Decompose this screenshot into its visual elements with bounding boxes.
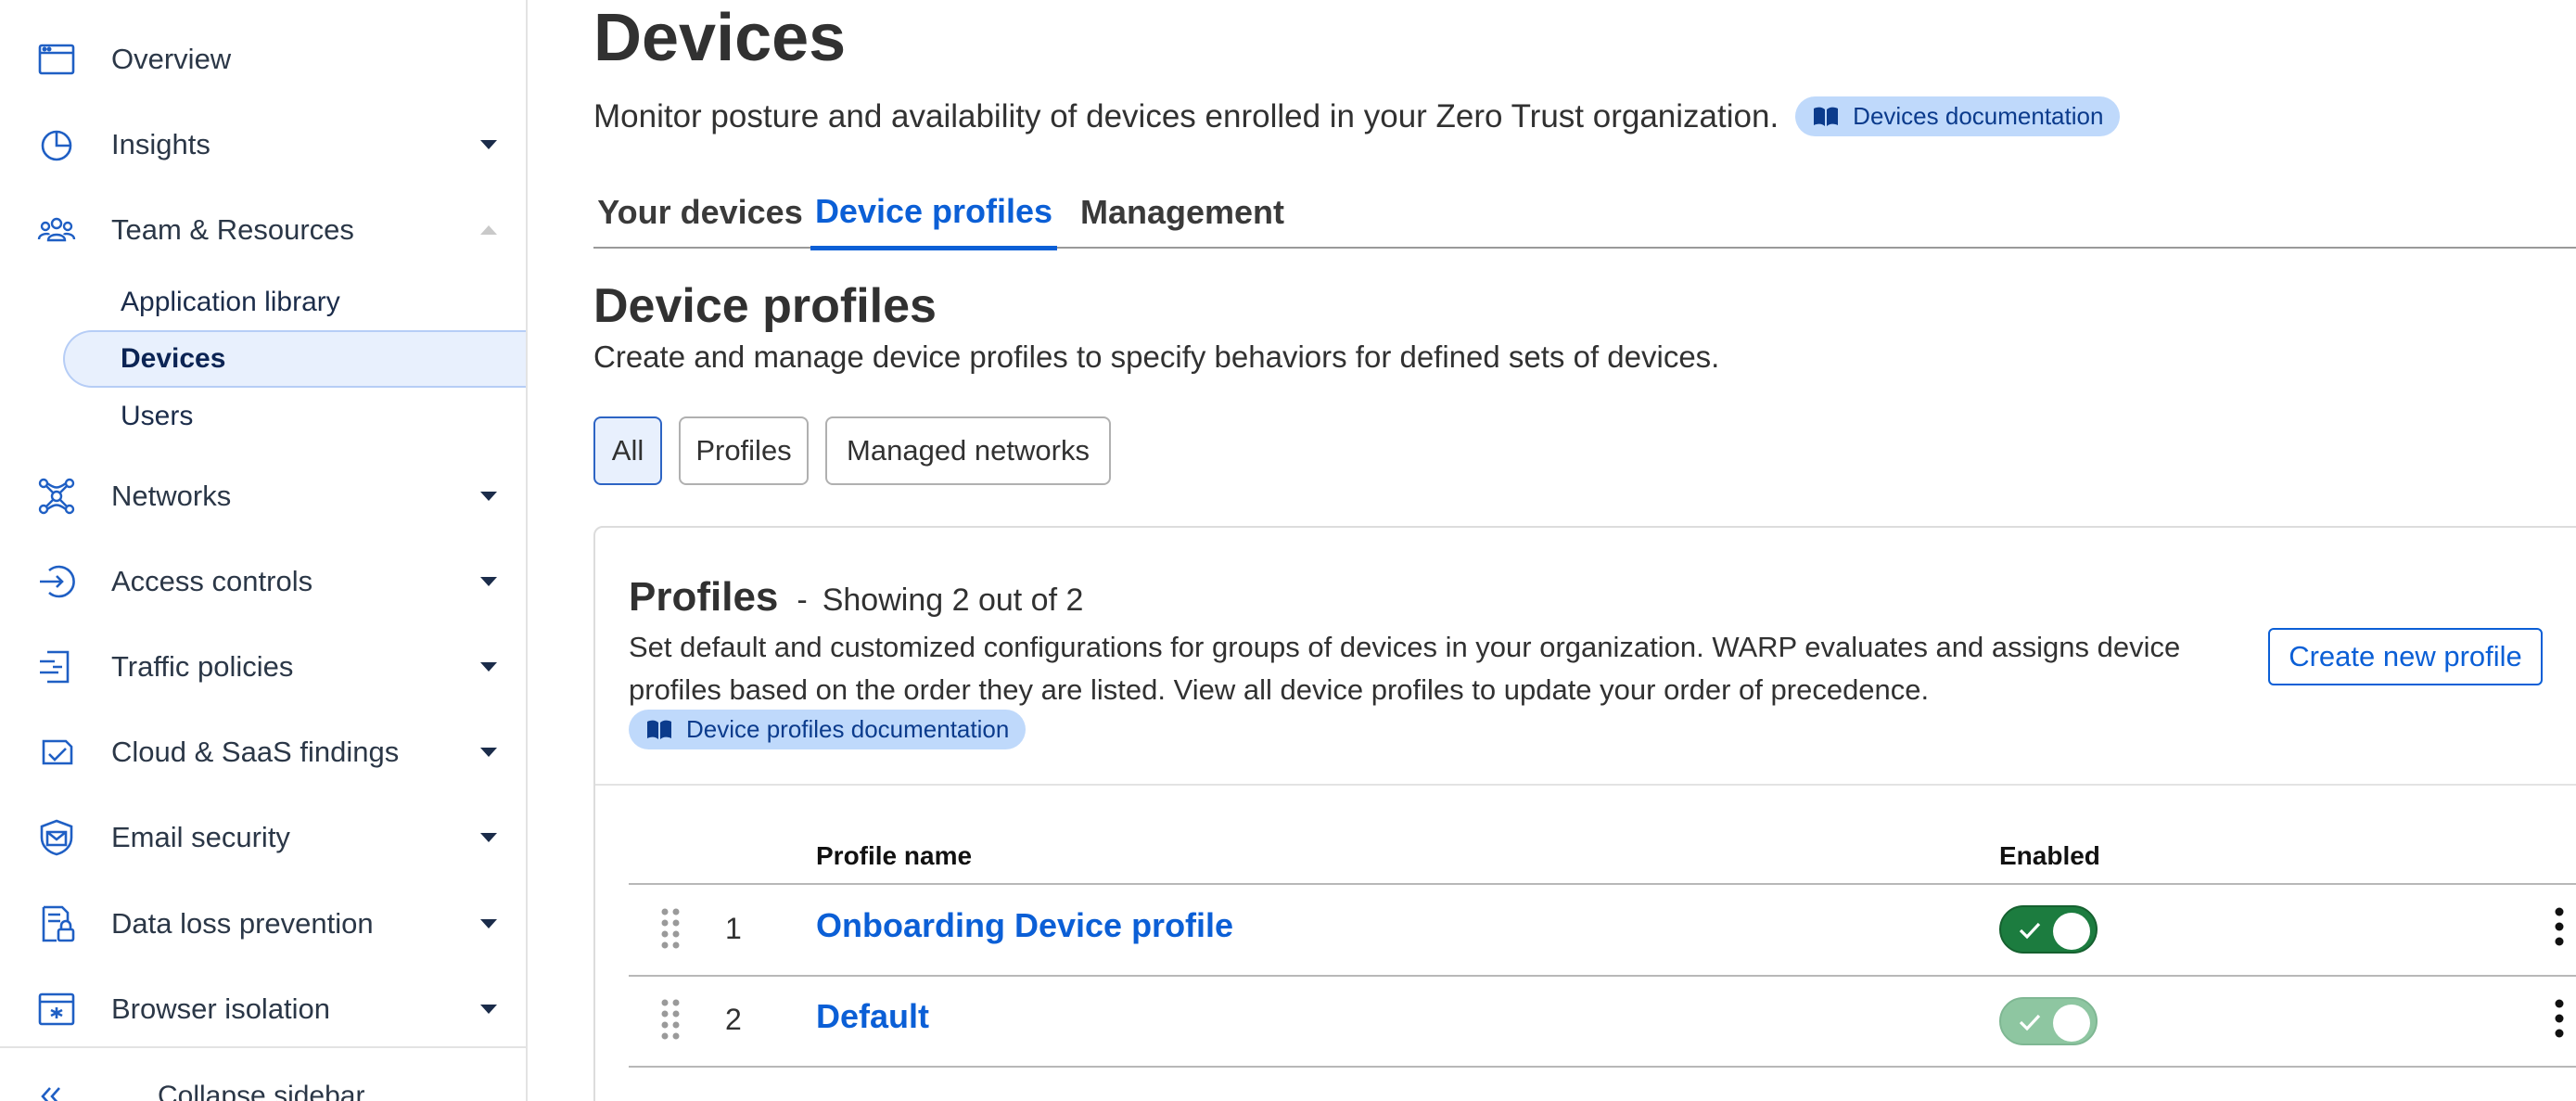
card-subtitle: Showing 2 out of 2 bbox=[822, 583, 1084, 618]
people-icon bbox=[35, 209, 78, 251]
chevron-down-icon bbox=[480, 492, 497, 501]
sidebar-subitem-devices[interactable]: Devices bbox=[63, 330, 526, 388]
sidebar: Overview Insights Team & Resources Appli… bbox=[0, 0, 528, 1101]
enabled-toggle[interactable] bbox=[1999, 997, 2098, 1045]
chevron-down-icon bbox=[480, 577, 497, 586]
sidebar-item-traffic-policies[interactable]: Traffic policies bbox=[0, 624, 526, 710]
drag-handle-icon[interactable] bbox=[660, 906, 681, 949]
isolated-browser-icon bbox=[35, 988, 78, 1031]
chevron-down-icon bbox=[480, 662, 497, 672]
sidebar-divider bbox=[0, 1046, 526, 1048]
enabled-toggle[interactable] bbox=[1999, 905, 2098, 954]
page-description-text: Monitor posture and availability of devi… bbox=[593, 97, 1779, 134]
traffic-policy-icon bbox=[35, 646, 78, 688]
page-description: Monitor posture and availability of devi… bbox=[593, 96, 2121, 136]
chevron-down-icon bbox=[480, 1005, 497, 1014]
sidebar-item-team-resources[interactable]: Team & Resources bbox=[0, 187, 526, 273]
sidebar-item-label: Cloud & SaaS findings bbox=[111, 736, 400, 768]
doc-link-label: Devices documentation bbox=[1853, 102, 2104, 130]
email-shield-icon bbox=[35, 816, 78, 859]
sidebar-item-cloud-saas-findings[interactable]: Cloud & SaaS findings bbox=[0, 710, 526, 795]
sidebar-item-access-controls[interactable]: Access controls bbox=[0, 539, 526, 624]
chevron-down-icon bbox=[480, 919, 497, 928]
chevron-down-icon bbox=[480, 140, 497, 149]
tab-device-profiles[interactable]: Device profiles bbox=[810, 176, 1057, 250]
column-header-profile-name: Profile name bbox=[816, 841, 973, 870]
sidebar-item-label: Access controls bbox=[111, 565, 313, 597]
profiles-card: Profiles - Showing 2 out of 2 Set defaul… bbox=[593, 526, 2576, 1101]
chevron-up-icon bbox=[480, 225, 497, 235]
sidebar-subitem-users[interactable]: Users bbox=[63, 388, 526, 445]
card-divider bbox=[595, 784, 2576, 786]
table-header-divider bbox=[629, 883, 2576, 885]
card-title: Profiles - Showing 2 out of 2 bbox=[629, 574, 1083, 621]
filter-profiles[interactable]: Profiles bbox=[679, 416, 809, 485]
chevron-down-icon bbox=[480, 748, 497, 757]
sidebar-subitem-application-library[interactable]: Application library bbox=[63, 274, 526, 331]
checkmark-icon bbox=[2019, 922, 2041, 940]
sidebar-item-label: Overview bbox=[111, 43, 232, 75]
filter-all[interactable]: All bbox=[593, 416, 662, 485]
row-divider bbox=[629, 975, 2576, 977]
section-title: Device profiles bbox=[593, 279, 937, 333]
sidebar-item-label: Networks bbox=[111, 480, 232, 512]
create-new-profile-button[interactable]: Create new profile bbox=[2268, 628, 2543, 685]
book-icon bbox=[1814, 107, 1839, 126]
main-content: Devices Monitor posture and availability… bbox=[529, 0, 2576, 1101]
profile-name-link[interactable]: Default bbox=[816, 997, 929, 1036]
sidebar-item-browser-isolation[interactable]: Browser isolation bbox=[0, 967, 526, 1052]
checkmark-icon bbox=[2019, 1014, 2041, 1031]
sidebar-item-label: Data loss prevention bbox=[111, 907, 374, 940]
document-lock-icon bbox=[35, 903, 78, 945]
double-chevron-left-icon bbox=[41, 1087, 60, 1101]
pie-chart-icon bbox=[35, 123, 78, 166]
toggle-knob bbox=[2053, 1005, 2090, 1042]
chevron-down-icon bbox=[480, 833, 497, 842]
sidebar-item-data-loss-prevention[interactable]: Data loss prevention bbox=[0, 881, 526, 967]
book-icon bbox=[647, 720, 671, 739]
sidebar-item-networks[interactable]: Networks bbox=[0, 454, 526, 539]
section-description: Create and manage device profiles to spe… bbox=[593, 339, 1720, 374]
devices-documentation-link[interactable]: Devices documentation bbox=[1795, 96, 2121, 136]
sidebar-item-label: Traffic policies bbox=[111, 650, 294, 683]
network-nodes-icon bbox=[35, 475, 78, 518]
toggle-knob bbox=[2053, 913, 2090, 950]
cloud-check-icon bbox=[35, 731, 78, 774]
sidebar-item-label: Insights bbox=[111, 128, 210, 160]
sidebar-item-insights[interactable]: Insights bbox=[0, 102, 526, 187]
profile-name-link[interactable]: Onboarding Device profile bbox=[816, 906, 1233, 945]
page-title: Devices bbox=[593, 1, 847, 75]
sidebar-item-label: Team & Resources bbox=[111, 213, 354, 246]
row-order: 2 bbox=[725, 1003, 742, 1036]
sidebar-item-label: Browser isolation bbox=[111, 992, 331, 1025]
row-divider bbox=[629, 1066, 2576, 1068]
filter-managed-networks[interactable]: Managed networks bbox=[825, 416, 1111, 485]
collapse-sidebar-button[interactable]: Collapse sidebar bbox=[37, 1081, 364, 1101]
browser-window-icon bbox=[35, 38, 78, 81]
card-title-text: Profiles bbox=[629, 574, 779, 620]
more-options-icon[interactable] bbox=[2552, 905, 2567, 948]
card-description: Set default and customized configuration… bbox=[629, 631, 2181, 706]
device-profiles-documentation-link[interactable]: Device profiles documentation bbox=[629, 710, 1027, 749]
doc-link-label: Device profiles documentation bbox=[686, 715, 1010, 743]
card-title-separator: - bbox=[797, 583, 808, 618]
sign-in-icon bbox=[35, 560, 78, 603]
tab-bar: Your devices Device profiles Management bbox=[593, 176, 2576, 250]
column-header-enabled: Enabled bbox=[1999, 841, 2100, 870]
sidebar-item-email-security[interactable]: Email security bbox=[0, 795, 526, 880]
tab-management[interactable]: Management bbox=[1072, 176, 1293, 249]
more-options-icon[interactable] bbox=[2552, 997, 2567, 1040]
tab-your-devices[interactable]: Your devices bbox=[593, 176, 807, 249]
sidebar-item-label: Email security bbox=[111, 821, 290, 853]
sidebar-item-overview[interactable]: Overview bbox=[0, 17, 526, 102]
row-order: 1 bbox=[725, 912, 742, 945]
drag-handle-icon[interactable] bbox=[660, 997, 681, 1040]
collapse-sidebar-label: Collapse sidebar bbox=[158, 1081, 365, 1101]
